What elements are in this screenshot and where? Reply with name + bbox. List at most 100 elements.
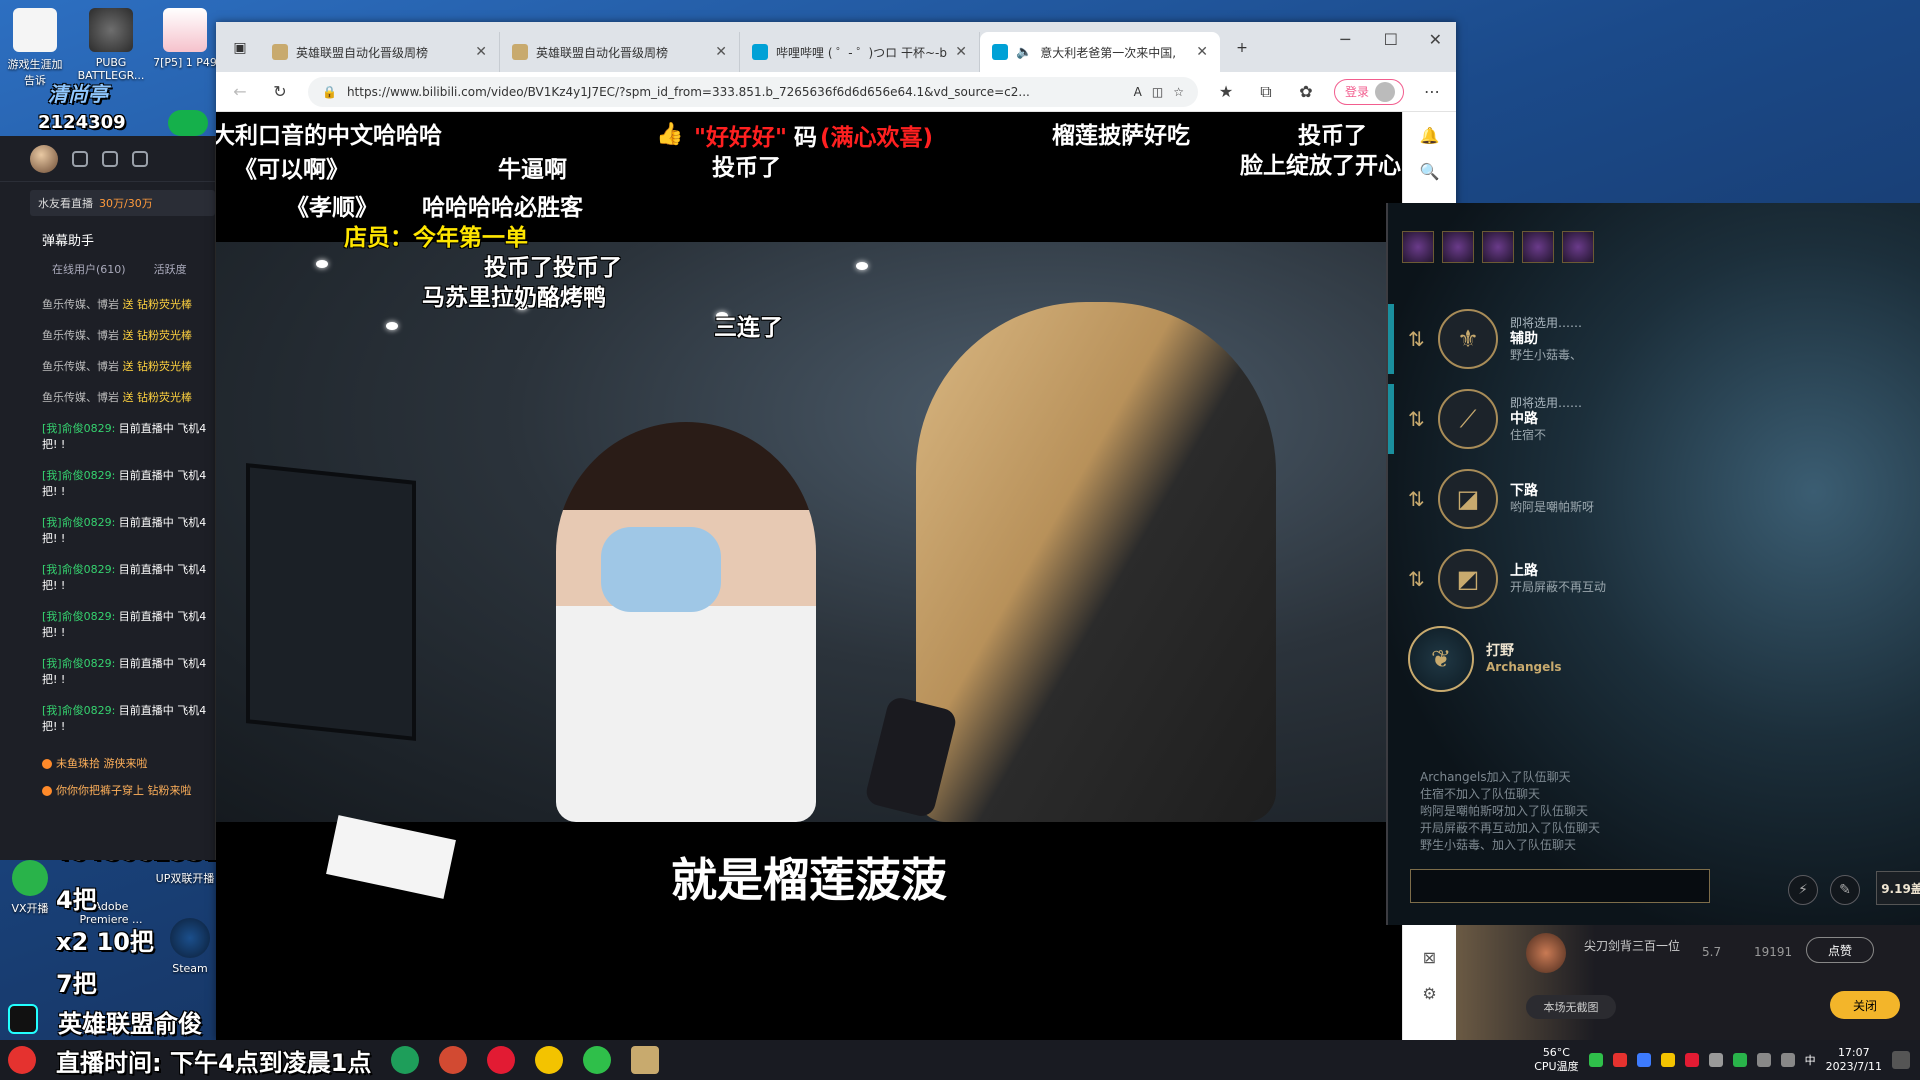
team-slot-bot[interactable]: ⇅ ◪ 下路 哟阿是嘲帕斯呀 xyxy=(1388,459,1648,539)
desktop-icon-up[interactable]: UP双联开播 xyxy=(150,870,220,886)
address-bar[interactable]: 🔒 https://www.bilibili.com/video/BV1Kz4y… xyxy=(308,76,1198,107)
danmaku-comment: 牛逼啊 xyxy=(498,157,567,183)
edit-icon[interactable]: ✎ xyxy=(1830,875,1860,905)
team-slot-jungle-self[interactable]: ❦ 打野 Archangels xyxy=(1408,619,1668,699)
maximize-icon[interactable]: ☐ xyxy=(1384,30,1398,49)
steam-icon xyxy=(170,918,210,958)
player-points: 19191 xyxy=(1754,945,1793,959)
tab-actions-icon[interactable]: ▣ xyxy=(226,34,254,62)
help-icon[interactable] xyxy=(102,150,118,167)
lol-badge[interactable]: 9.19盖 xyxy=(1876,871,1920,905)
split-screen-icon[interactable]: ◫ xyxy=(1152,85,1163,99)
watermark-text: 清尚亭 xyxy=(48,82,108,106)
swap-icon[interactable]: ⇅ xyxy=(1408,327,1438,351)
tab-online-users[interactable]: 在线用户(610) xyxy=(52,261,126,277)
bell-icon[interactable]: 🔔 xyxy=(1417,122,1443,148)
team-slot-support[interactable]: ⇅ ⚜ 即将选用…… 辅助 野生小菇毒、 xyxy=(1388,299,1648,379)
rune-icon[interactable]: ⚡ xyxy=(1788,875,1818,905)
login-button[interactable]: 登录 xyxy=(1333,78,1404,105)
app-icon[interactable] xyxy=(439,1046,468,1074)
browser-tab[interactable]: 英雄联盟自动化晋级周榜 ✕ xyxy=(260,32,500,72)
like-button[interactable]: 点赞 xyxy=(1806,937,1874,963)
kids-watch-live-bar[interactable]: 水友看直播 30万/30万 xyxy=(30,190,215,216)
speaker-icon[interactable]: 🔈 xyxy=(1016,45,1032,60)
top-icon: ◩ xyxy=(1438,549,1498,609)
team-slot-top[interactable]: ⇅ ◩ 上路 开局屏蔽不再互动 xyxy=(1388,539,1648,619)
read-aloud-icon[interactable]: A xyxy=(1134,85,1142,99)
tray-app-icon[interactable] xyxy=(1612,1053,1627,1067)
tab-activity[interactable]: 活跃度 xyxy=(154,261,187,277)
danmaku-comment: 马苏里拉奶酪烤鸭 xyxy=(422,285,606,311)
lol-chat-input[interactable] xyxy=(1410,869,1710,903)
app-icon[interactable] xyxy=(535,1046,564,1074)
clock[interactable]: 17:07 2023/7/11 xyxy=(1826,1046,1882,1074)
close-tab-icon[interactable]: ✕ xyxy=(475,44,487,60)
browser-tab-active[interactable]: 🔈 意大利老爸第一次来中国, ✕ xyxy=(980,32,1220,72)
chat-list: [我]俞俊0829: 目前直播中 飞机4 把! ! [我]俞俊0829: 目前直播… xyxy=(0,421,215,750)
danmaku-comment: 投币了投币了 xyxy=(484,255,622,281)
security-shield-icon[interactable] xyxy=(583,1046,612,1074)
danmaku-comment: 《可以啊》 xyxy=(234,157,349,183)
lol-client-icon[interactable] xyxy=(631,1046,660,1074)
banned-champion xyxy=(1482,231,1514,263)
netease-music-icon[interactable] xyxy=(487,1046,516,1074)
ime-indicator[interactable]: 中 xyxy=(1805,1052,1816,1068)
tray-app-icon[interactable] xyxy=(1684,1053,1699,1067)
gift-row: 鱼乐传媒、博岩 送 钻粉荧光棒 xyxy=(42,329,192,342)
close-tab-icon[interactable]: ✕ xyxy=(715,44,727,60)
swap-icon[interactable]: ⇅ xyxy=(1408,487,1438,511)
refresh-icon[interactable]: ↻ xyxy=(268,80,292,104)
chat-line: Archangels加入了队伍聊天 xyxy=(1420,770,1571,784)
fan-badge-icon xyxy=(42,759,52,769)
customer-figure xyxy=(916,302,1276,822)
hide-sidebar-icon[interactable]: ⊠ xyxy=(1417,944,1443,970)
desktop-icon-file[interactable]: 7[P5] 1 P49 xyxy=(150,8,220,69)
network-icon[interactable] xyxy=(1756,1053,1771,1067)
clock-app-icon[interactable] xyxy=(8,1046,36,1074)
tray-shield-icon[interactable] xyxy=(1588,1053,1603,1067)
video-player[interactable]: 大利口音的中文哈哈哈 《可以啊》 牛逼啊 《孝顺》 哈哈哈哈必胜客 店员：今年第… xyxy=(216,112,1402,920)
close-tab-icon[interactable]: ✕ xyxy=(955,44,967,60)
swap-icon[interactable]: ⇅ xyxy=(1408,567,1438,591)
swap-icon[interactable]: ⇅ xyxy=(1408,407,1438,431)
settings-gear-icon[interactable]: ⚙ xyxy=(1417,980,1443,1006)
avatar[interactable] xyxy=(30,144,58,173)
menu-icon[interactable] xyxy=(132,150,148,167)
chat-message: [我]俞俊0829: 目前直播中 飞机4 把! ! xyxy=(42,657,207,686)
minimize-icon[interactable]: ─ xyxy=(1340,30,1350,49)
extensions-icon[interactable]: ✿ xyxy=(1294,80,1318,104)
more-menu-icon[interactable]: ⋯ xyxy=(1420,80,1444,104)
close-button[interactable]: 关闭 xyxy=(1830,991,1900,1019)
desktop-icon-vx[interactable]: VX开播 xyxy=(0,860,60,916)
taskbar: 直播时间: 下午4点到凌晨1点 56°C CPU温度 中 17:07 2023/7/… xyxy=(0,1040,1920,1080)
lol-team-chat-log: Archangels加入了队伍聊天 住宿不加入了队伍聊天 哟阿是嘲帕斯呀加入了队… xyxy=(1420,769,1600,854)
close-window-icon[interactable]: ✕ xyxy=(1429,30,1442,49)
team-slot-mid[interactable]: ⇅ ⟋ 即将选用…… 中路 住宿不 xyxy=(1388,379,1648,459)
close-tab-icon[interactable]: ✕ xyxy=(1196,44,1208,60)
headset-icon[interactable] xyxy=(72,150,88,167)
desktop-icon-steam[interactable]: Steam xyxy=(155,918,225,975)
browser-tab[interactable]: 哔哩哔哩 ( ゜- ゜)つロ 干杯~-bilib ✕ xyxy=(740,32,980,72)
browser-tab[interactable]: 英雄联盟自动化晋级周榜 ✕ xyxy=(500,32,740,72)
desktop-icon-game-notice[interactable]: 游戏生涯加 告诉 xyxy=(0,8,70,88)
volume-icon[interactable] xyxy=(1780,1053,1795,1067)
collections-icon[interactable]: ⧉ xyxy=(1254,80,1278,104)
slot-indicator xyxy=(1388,304,1394,374)
favorite-star-icon[interactable]: ☆ xyxy=(1173,85,1184,99)
new-tab-button[interactable]: + xyxy=(1228,34,1256,62)
edge-icon[interactable] xyxy=(391,1046,420,1074)
desktop-icon-pubg[interactable]: PUBG BATTLEGR... xyxy=(76,8,146,82)
search-icon[interactable]: 🔍 xyxy=(1417,158,1443,184)
notification-icon[interactable] xyxy=(1892,1051,1910,1069)
tray-app-icon[interactable] xyxy=(1660,1053,1675,1067)
microphone-icon[interactable] xyxy=(1708,1053,1723,1067)
tray-app-icon[interactable] xyxy=(1636,1053,1651,1067)
match-friend-panel: 尖刀剑背三百一位 5.7 19191 点赞 本场无截图 关闭 xyxy=(1456,925,1920,1040)
tab-bar: ▣ 英雄联盟自动化晋级周榜 ✕ 英雄联盟自动化晋级周榜 ✕ 哔哩哔哩 ( ゜- … xyxy=(216,22,1456,72)
wechat-icon[interactable] xyxy=(168,110,208,136)
douyin-icon xyxy=(8,1004,38,1034)
ceiling-light xyxy=(386,322,398,330)
wechat-tray-icon[interactable] xyxy=(1732,1053,1747,1067)
favorites-icon[interactable]: ★ xyxy=(1214,80,1238,104)
back-icon[interactable]: ← xyxy=(228,80,252,104)
